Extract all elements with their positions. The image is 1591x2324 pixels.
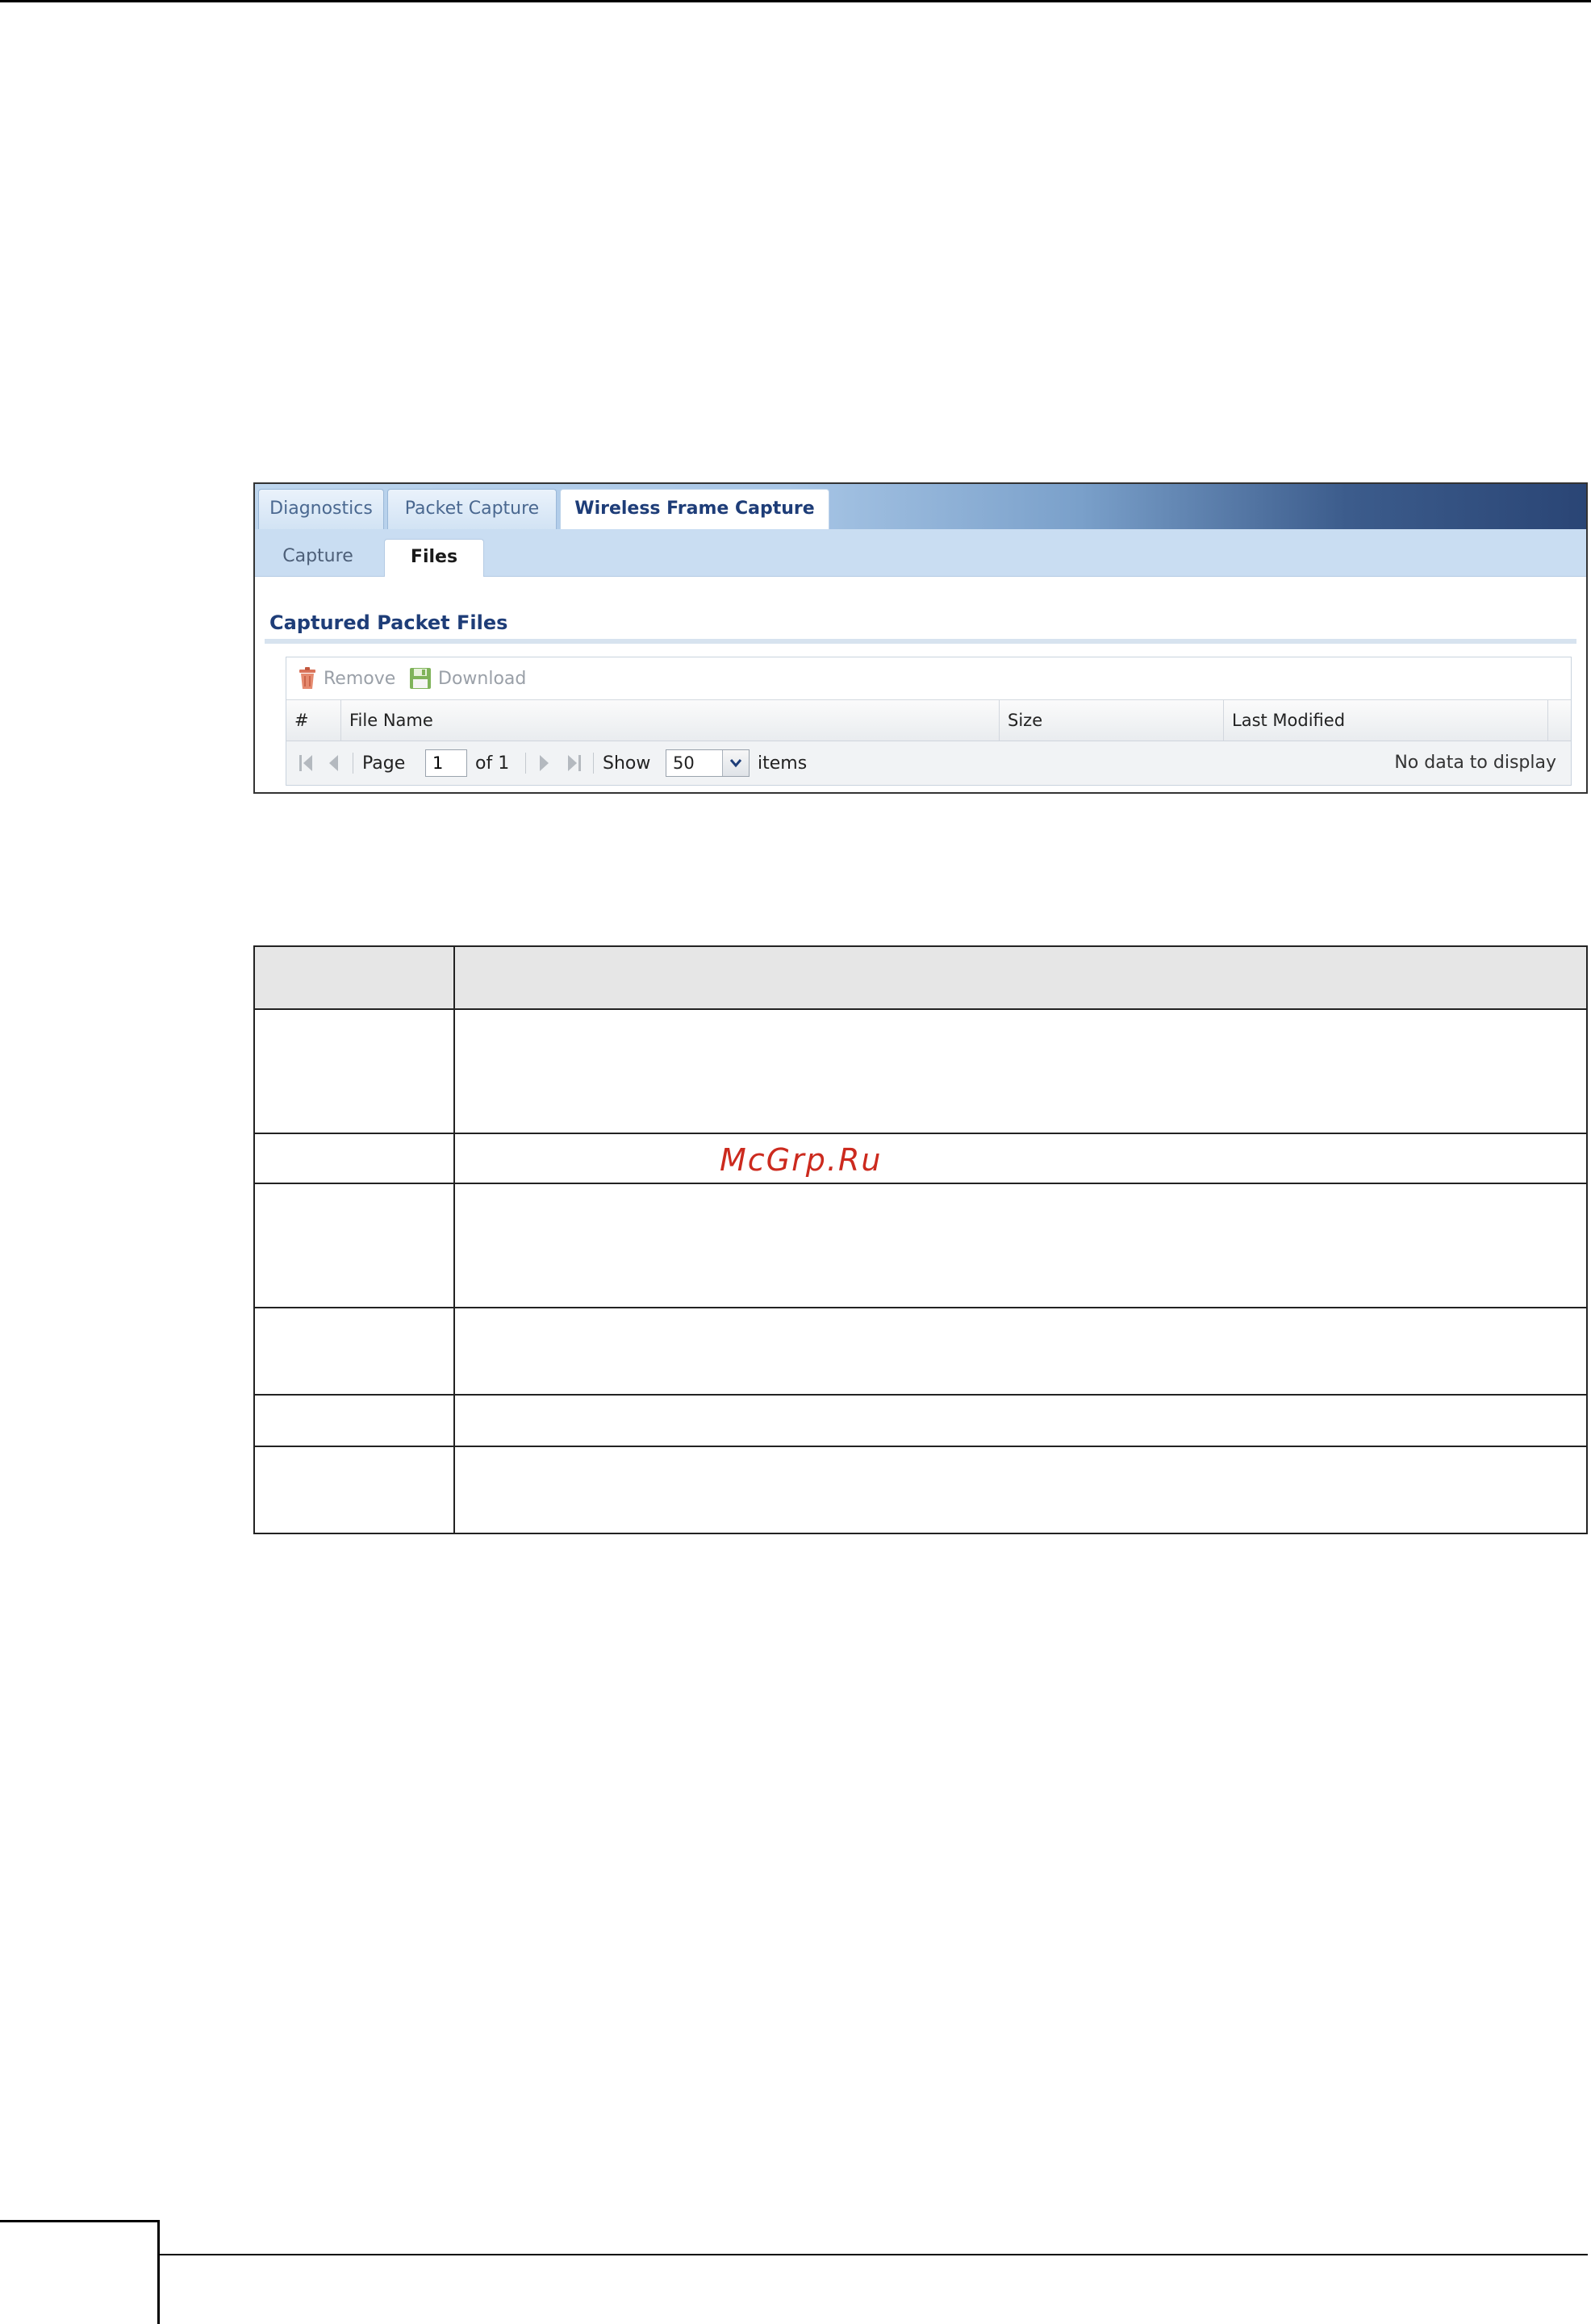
section-title: Captured Packet Files	[269, 611, 508, 634]
grid-toolbar: Remove Download	[286, 657, 1571, 699]
table-header-cell	[453, 945, 1588, 1010]
table-cell	[253, 1133, 455, 1184]
table-cell	[453, 1394, 1588, 1447]
main-tab-bar: Diagnostics Packet Capture Wireless Fram…	[255, 484, 1586, 529]
sub-tab-bar: Capture Files	[255, 529, 1586, 577]
items-label: items	[758, 753, 808, 774]
table-cell	[253, 1008, 455, 1134]
table-row	[253, 1307, 1588, 1396]
page-number-input[interactable]	[425, 749, 467, 777]
remove-label: Remove	[324, 668, 396, 689]
column-header-number[interactable]: #	[286, 700, 341, 741]
subtab-files[interactable]: Files	[384, 539, 484, 577]
table-header-row	[253, 945, 1588, 1010]
table-row	[253, 1133, 1588, 1184]
table-row	[253, 1183, 1588, 1308]
table-cell	[453, 1183, 1588, 1308]
floppy-disk-icon	[410, 668, 431, 689]
first-page-icon	[299, 755, 312, 771]
table-cell	[453, 1008, 1588, 1134]
field-description-table	[253, 945, 1588, 1534]
table-cell	[453, 1446, 1588, 1534]
trash-icon	[299, 667, 315, 689]
tab-diagnostics[interactable]: Diagnostics	[258, 489, 384, 529]
next-page-button[interactable]	[537, 741, 551, 785]
page-size-select[interactable]: 50	[666, 749, 750, 777]
download-button[interactable]: Download	[409, 665, 526, 691]
column-header-size[interactable]: Size	[1000, 700, 1224, 741]
page-top-rule	[0, 0, 1591, 2]
watermark: McGrp.Ru	[720, 1142, 883, 1178]
column-header-last-modified[interactable]: Last Modified	[1224, 700, 1548, 741]
previous-page-icon	[329, 755, 338, 771]
section-divider	[265, 639, 1576, 644]
table-cell	[253, 1446, 455, 1534]
first-page-button[interactable]	[298, 741, 315, 785]
table-cell	[253, 1394, 455, 1447]
page-number-box	[0, 2220, 160, 2324]
page-size-value: 50	[673, 753, 695, 773]
last-page-icon	[568, 755, 581, 771]
empty-grid-message: No data to display	[1394, 753, 1556, 773]
table-header-cell	[253, 945, 455, 1010]
download-label: Download	[438, 668, 527, 689]
pager-separator	[593, 753, 594, 774]
next-page-icon	[540, 755, 549, 771]
page-label: Page	[362, 753, 406, 774]
column-header-file-name[interactable]: File Name	[341, 700, 1000, 741]
tab-wireless-frame-capture[interactable]: Wireless Frame Capture	[560, 489, 829, 529]
pager-separator	[525, 753, 526, 774]
captured-files-panel: Diagnostics Packet Capture Wireless Fram…	[253, 482, 1588, 794]
table-row	[253, 1446, 1588, 1534]
table-cell	[253, 1183, 455, 1308]
remove-button[interactable]: Remove	[298, 665, 395, 691]
show-label: Show	[603, 753, 651, 774]
table-cell	[253, 1307, 455, 1396]
previous-page-button[interactable]	[327, 741, 341, 785]
files-grid: Remove Download # File Name Size Last Mo…	[286, 657, 1572, 786]
chevron-down-icon[interactable]	[722, 750, 749, 776]
subtab-capture[interactable]: Capture	[269, 539, 366, 577]
table-cell	[453, 1307, 1588, 1396]
grid-header-row: # File Name Size Last Modified	[286, 699, 1571, 741]
table-cell	[453, 1133, 1588, 1184]
tab-packet-capture[interactable]: Packet Capture	[387, 489, 557, 529]
table-row	[253, 1008, 1588, 1134]
last-page-button[interactable]	[566, 741, 583, 785]
page-count-label: of 1	[475, 753, 510, 774]
grid-pager: Page of 1 Show 50	[286, 741, 1571, 785]
table-row	[253, 1394, 1588, 1447]
footer-rule	[160, 2254, 1588, 2255]
